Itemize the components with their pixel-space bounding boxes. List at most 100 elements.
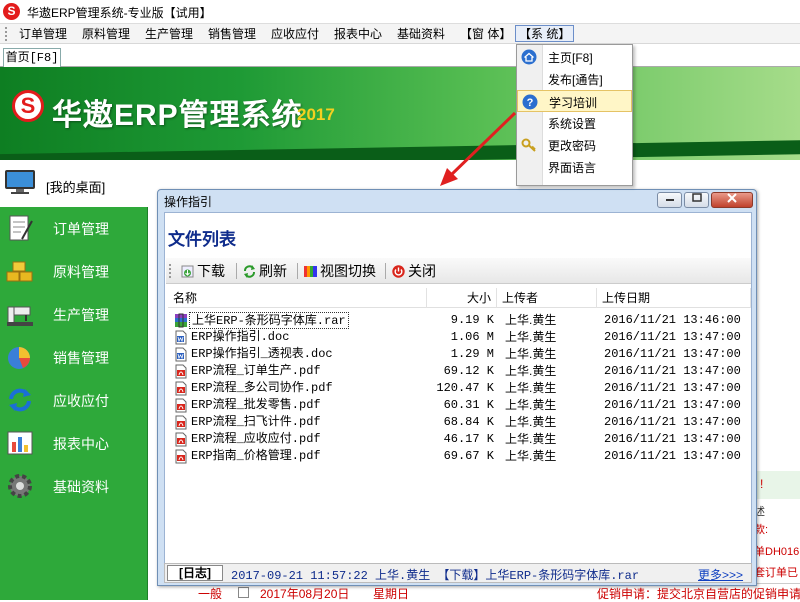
- file-size: 69.67 K: [443, 449, 494, 463]
- close-list-button[interactable]: 关闭: [392, 262, 436, 280]
- menu-window[interactable]: 【窗 体】: [457, 26, 514, 43]
- file-row[interactable]: ERP流程_订单生产.pdf 69.12 K 上华.黄生 2016/11/21 13:…: [168, 363, 751, 380]
- sidebar-item-materials[interactable]: 原料管理: [0, 250, 148, 293]
- column-uploader[interactable]: 上传者: [497, 288, 597, 308]
- switch-view-label: 视图切换: [320, 263, 376, 279]
- home-icon: [521, 49, 537, 65]
- window-title: 华遨ERP管理系统-专业版【试用】: [27, 6, 212, 20]
- sidebar: [我的桌面] 订单管理 原料管理 生产管理 销售管理 应收应付 报表中心 基础资…: [0, 160, 148, 600]
- sidebar-item-label: 生产管理: [53, 307, 109, 323]
- report-chart-icon: [7, 431, 33, 455]
- gold-bars-icon: [6, 261, 33, 282]
- refresh-button[interactable]: 刷新: [243, 262, 287, 280]
- toolbar-separator: [236, 263, 237, 279]
- menu-orders[interactable]: 订单管理: [16, 26, 70, 43]
- menu-item-home[interactable]: 主页[F8]: [517, 46, 632, 68]
- column-size[interactable]: 大小: [427, 288, 497, 308]
- file-name: ERP操作指引.doc: [191, 330, 290, 344]
- file-name: ERP流程_多公司协作.pdf: [191, 381, 333, 395]
- log-button[interactable]: [日志]: [167, 565, 223, 581]
- pie-chart-icon: [8, 347, 30, 369]
- sidebar-item-orders[interactable]: 订单管理: [0, 207, 148, 250]
- maximize-button[interactable]: [684, 192, 709, 208]
- column-date[interactable]: 上传日期: [597, 288, 751, 308]
- file-name: ERP流程_订单生产.pdf: [191, 364, 321, 378]
- menu-item-settings[interactable]: 系统设置: [517, 112, 632, 134]
- file-uploader: 上华.黄生: [505, 398, 557, 412]
- file-uploader: 上华.黄生: [505, 330, 557, 344]
- key-icon: [521, 138, 536, 152]
- pdf-file-icon: [175, 415, 187, 430]
- notice-text: 套订单已: [754, 567, 798, 579]
- file-uploader: 上华.黄生: [505, 364, 557, 378]
- menu-item-language[interactable]: 界面语言: [517, 156, 632, 178]
- app-logo-icon: S: [3, 3, 20, 20]
- menu-bar: 订单管理 原料管理 生产管理 销售管理 应收应付 报表中心 基础资料 【窗 体】…: [0, 24, 800, 44]
- menu-materials[interactable]: 原料管理: [79, 26, 133, 43]
- menu-production[interactable]: 生产管理: [142, 26, 196, 43]
- file-name: ERP流程_应收应付.pdf: [191, 432, 321, 446]
- sidebar-item-receivables[interactable]: 应收应付: [0, 379, 148, 422]
- toolbar-separator: [385, 263, 386, 279]
- file-date: 2016/11/21 13:47:00: [604, 449, 741, 463]
- menu-item-training[interactable]: ? 学习培训: [517, 90, 632, 112]
- file-name: ERP操作指引_透视表.doc: [191, 347, 333, 361]
- sidebar-item-production[interactable]: 生产管理: [0, 293, 148, 336]
- menu-item-label: 界面语言: [548, 161, 597, 175]
- banner-title: 华遨ERP管理系统: [52, 99, 303, 132]
- toolbar-separator: [297, 263, 298, 279]
- file-row[interactable]: ERP操作指引_透视表.doc 1.29 M 上华.黄生 2016/11/21 13:…: [168, 346, 751, 363]
- menu-system[interactable]: 【系 统】: [515, 25, 575, 42]
- menu-grip: [5, 27, 8, 41]
- file-row[interactable]: ERP流程_应收应付.pdf 46.17 K 上华.黄生 2016/11/21 13:…: [168, 431, 751, 448]
- sidebar-item-sales[interactable]: 销售管理: [0, 336, 148, 379]
- file-row[interactable]: ERP流程_批发零售.pdf 60.31 K 上华.黄生 2016/11/21 13:…: [168, 397, 751, 414]
- sidebar-item-desktop[interactable]: [我的桌面]: [0, 160, 148, 207]
- file-list: 名称 大小 上传者 上传日期 上华ERP-条形码字体库.rar 9.19 K 上华.…: [168, 288, 756, 566]
- sidebar-item-reports[interactable]: 报表中心: [0, 422, 148, 465]
- sidebar-item-label: 原料管理: [53, 264, 109, 280]
- minimize-button[interactable]: [657, 192, 682, 208]
- file-size: 60.31 K: [443, 398, 494, 412]
- menu-reports[interactable]: 报表中心: [331, 26, 385, 43]
- more-link[interactable]: 更多>>>: [698, 566, 743, 583]
- sidebar-item-basic-data[interactable]: 基础资料: [0, 465, 148, 508]
- file-uploader: 上华.黄生: [505, 449, 557, 463]
- refresh-icon: [244, 265, 255, 278]
- file-uploader: 上华.黄生: [505, 415, 557, 429]
- dialog-body: 文件列表 下载 刷新 视图切换 关闭 名称 大小 上传者 上传日期 上华ERP-…: [164, 212, 752, 580]
- menu-item-change-password[interactable]: 更改密码: [517, 134, 632, 156]
- row-date: 2017年08月20日: [260, 587, 350, 601]
- file-date: 2016/11/21 13:47:00: [604, 347, 741, 361]
- file-row[interactable]: ERP流程_多公司协作.pdf 120.47 K 上华.黄生 2016/11/21 1…: [168, 380, 751, 397]
- file-list-heading: 文件列表: [168, 230, 236, 249]
- menu-item-publish[interactable]: 发布[通告]: [517, 68, 632, 90]
- column-name[interactable]: 名称: [168, 288, 427, 308]
- menu-receivables[interactable]: 应收应付: [268, 26, 322, 43]
- switch-view-button[interactable]: 视图切换: [304, 262, 376, 280]
- tab-home[interactable]: 首页[F8]: [3, 48, 61, 67]
- file-date: 2016/11/21 13:47:00: [604, 432, 741, 446]
- file-row[interactable]: 上华ERP-条形码字体库.rar 9.19 K 上华.黄生 2016/11/21 13…: [168, 312, 751, 329]
- close-window-button[interactable]: [711, 192, 753, 208]
- menu-item-label: 更改密码: [548, 139, 597, 153]
- row-checkbox[interactable]: [238, 587, 249, 598]
- menu-basic-data[interactable]: 基础资料: [394, 26, 448, 43]
- banner: S 华遨ERP管理系统 2017: [0, 67, 800, 160]
- file-row[interactable]: ERP操作指引.doc 1.06 M 上华.黄生 2016/11/21 13:47:0…: [168, 329, 751, 346]
- menu-sales[interactable]: 销售管理: [205, 26, 259, 43]
- close-list-label: 关闭: [408, 263, 436, 279]
- file-date: 2016/11/21 13:47:00: [604, 398, 741, 412]
- title-bar: S 华遨ERP管理系统-专业版【试用】: [0, 0, 800, 24]
- file-row[interactable]: ERP指南_价格管理.pdf 69.67 K 上华.黄生 2016/11/21 13:…: [168, 448, 751, 465]
- download-button[interactable]: 下载: [181, 262, 225, 280]
- word-file-icon: [175, 347, 187, 362]
- operation-guide-dialog: 操作指引 文件列表 下载 刷新 视图切换 关闭 名称 大小 上传者 上传日期 上…: [157, 189, 757, 586]
- file-row[interactable]: ERP流程_扫飞计件.pdf 68.84 K 上华.黄生 2016/11/21 13:…: [168, 414, 751, 431]
- tab-row: 首页[F8]: [0, 45, 800, 67]
- pdf-file-icon: [175, 364, 187, 379]
- gear-icon: [8, 474, 32, 498]
- maximize-icon: [691, 193, 702, 202]
- file-name: ERP流程_批发零售.pdf: [191, 398, 321, 412]
- file-date: 2016/11/21 13:47:00: [604, 364, 741, 378]
